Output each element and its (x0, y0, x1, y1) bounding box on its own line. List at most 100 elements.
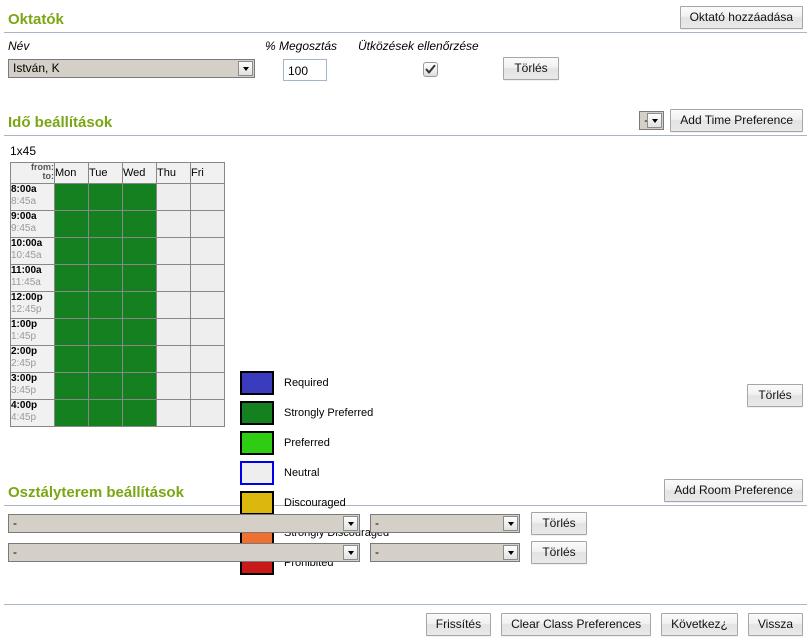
grid-cell-mon-900a[interactable] (54, 210, 89, 238)
grid-cell-fri-1000a[interactable] (190, 237, 225, 265)
time-to: 1:45p (11, 331, 37, 342)
instructor-name-select-wrap: István, K (8, 59, 255, 78)
grid-day-header-wed: Wed (122, 162, 157, 184)
grid-time-label: 11:00a 11:45a (10, 264, 55, 292)
grid-cell-wed-100p[interactable] (122, 318, 157, 346)
time-to: 2:45p (11, 358, 37, 369)
grid-cell-fri-400p[interactable] (190, 399, 225, 427)
add-room-preference-button[interactable]: Add Room Preference (664, 479, 803, 502)
grid-row: 9:00a 9:45a (10, 210, 225, 238)
room-preference-select-1[interactable]: - (370, 514, 520, 533)
time-to: 11:45a (11, 277, 41, 288)
delete-instructor-button[interactable]: Törlés (503, 57, 559, 80)
add-instructor-button[interactable]: Oktató hozzáadása (679, 6, 803, 29)
check-conflicts-checkbox[interactable] (423, 62, 438, 77)
share-percent-input[interactable]: 100 (283, 59, 327, 81)
grid-cell-tue-900a[interactable] (88, 210, 123, 238)
back-button[interactable]: Vissza (747, 613, 803, 636)
grid-cell-mon-1000a[interactable] (54, 237, 89, 265)
grid-time-label: 12:00p 12:45p (10, 291, 55, 319)
grid-cell-thu-300p[interactable] (156, 372, 191, 400)
grid-cell-mon-300p[interactable] (54, 372, 89, 400)
legend-label: Neutral (284, 467, 320, 479)
grid-cell-wed-1100a[interactable] (122, 264, 157, 292)
grid-cell-wed-400p[interactable] (122, 399, 157, 427)
clear-class-preferences-button[interactable]: Clear Class Preferences (501, 613, 652, 636)
grid-row: 10:00a 10:45a (10, 237, 225, 265)
time-pattern-select[interactable]: - (639, 111, 665, 130)
grid-cell-tue-200p[interactable] (88, 345, 123, 373)
grid-cell-fri-200p[interactable] (190, 345, 225, 373)
instructors-labels-row: Név % Megosztás Ütközések ellenőrzése (0, 39, 811, 59)
grid-cell-tue-400p[interactable] (88, 399, 123, 427)
grid-cell-fri-300p[interactable] (190, 372, 225, 400)
grid-cell-mon-100p[interactable] (54, 318, 89, 346)
delete-room-preference-button-1[interactable]: Törlés (531, 512, 587, 535)
grid-cell-thu-800a[interactable] (156, 183, 191, 211)
grid-cell-wed-900a[interactable] (122, 210, 157, 238)
grid-cell-wed-200p[interactable] (122, 345, 157, 373)
instructors-divider (4, 32, 807, 33)
update-button[interactable]: Frissítés (425, 613, 492, 636)
grid-time-label: 4:00p 4:45p (10, 399, 55, 427)
grid-cell-mon-400p[interactable] (54, 399, 89, 427)
grid-day-header-mon: Mon (54, 162, 89, 184)
grid-cell-wed-1200p[interactable] (122, 291, 157, 319)
time-from: 3:00p (11, 373, 38, 384)
grid-time-label: 8:00a 8:45a (10, 183, 55, 211)
room-prefs-section-header: Osztályterem beállítások Add Room Prefer… (0, 479, 811, 502)
grid-day-header-fri: Fri (190, 162, 225, 184)
room-preference-select-2[interactable]: - (370, 543, 520, 562)
grid-cell-mon-200p[interactable] (54, 345, 89, 373)
grid-cell-thu-900a[interactable] (156, 210, 191, 238)
time-from: 11:00a (11, 265, 42, 276)
footer-divider (4, 604, 807, 605)
grid-cell-thu-400p[interactable] (156, 399, 191, 427)
grid-cell-mon-1200p[interactable] (54, 291, 89, 319)
legend-item-strongly-preferred: Strongly Preferred (240, 398, 389, 428)
grid-cell-tue-100p[interactable] (88, 318, 123, 346)
instructor-name-select[interactable]: István, K (8, 59, 255, 78)
time-from: 1:00p (11, 319, 38, 330)
grid-day-header-thu: Thu (156, 162, 191, 184)
grid-cell-tue-300p[interactable] (88, 372, 123, 400)
time-from: 8:00a (11, 184, 37, 195)
grid-cell-wed-800a[interactable] (122, 183, 157, 211)
grid-cell-thu-1200p[interactable] (156, 291, 191, 319)
grid-cell-tue-800a[interactable] (88, 183, 123, 211)
grid-cell-fri-800a[interactable] (190, 183, 225, 211)
next-button[interactable]: Következ¿ (661, 613, 738, 636)
grid-row: 12:00p 12:45p (10, 291, 225, 319)
grid-row: 8:00a 8:45a (10, 183, 225, 211)
room-prefs-rows: - - Törlés - - Törlés (0, 512, 811, 572)
grid-cell-thu-1100a[interactable] (156, 264, 191, 292)
time-preference-grid[interactable]: from: to: Mon Tue Wed Thu Fri 8:00a 8:45a 9:00… (10, 162, 225, 427)
add-time-preference-button[interactable]: Add Time Preference (670, 109, 803, 132)
room-select-1[interactable]: - (8, 514, 360, 533)
delete-room-preference-button-2[interactable]: Törlés (531, 541, 587, 564)
instructors-title: Oktatók (8, 11, 64, 28)
grid-cell-thu-200p[interactable] (156, 345, 191, 373)
grid-cell-thu-100p[interactable] (156, 318, 191, 346)
time-pattern-select-wrap: - (639, 111, 665, 130)
grid-cell-wed-1000a[interactable] (122, 237, 157, 265)
grid-cell-fri-100p[interactable] (190, 318, 225, 346)
legend-label: Preferred (284, 437, 330, 449)
room-select-2[interactable]: - (8, 543, 360, 562)
grid-cell-fri-1200p[interactable] (190, 291, 225, 319)
grid-cell-mon-800a[interactable] (54, 183, 89, 211)
grid-cell-tue-1100a[interactable] (88, 264, 123, 292)
delete-time-preference-button[interactable]: Törlés (747, 384, 803, 407)
instructors-section-header: Oktatók Oktató hozzáadása (0, 6, 811, 29)
grid-cell-fri-900a[interactable] (190, 210, 225, 238)
grid-cell-thu-1000a[interactable] (156, 237, 191, 265)
time-pattern-label: 1x45 (10, 144, 37, 158)
grid-row: 1:00p 1:45p (10, 318, 225, 346)
grid-cell-tue-1000a[interactable] (88, 237, 123, 265)
legend-swatch-preferred (240, 431, 274, 455)
grid-cell-fri-1100a[interactable] (190, 264, 225, 292)
grid-cell-tue-1200p[interactable] (88, 291, 123, 319)
grid-cell-mon-1100a[interactable] (54, 264, 89, 292)
time-to: 8:45a (11, 196, 37, 207)
grid-cell-wed-300p[interactable] (122, 372, 157, 400)
